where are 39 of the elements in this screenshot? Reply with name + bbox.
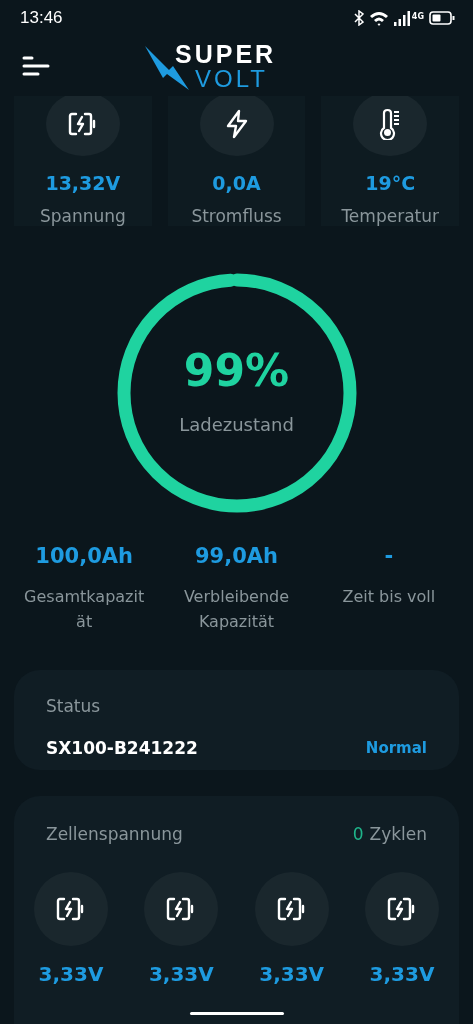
clock-time: 13:46: [20, 8, 63, 28]
battery-icon: [429, 11, 455, 25]
capacity-label: Zeit bis voll: [341, 586, 437, 608]
menu-button[interactable]: [22, 54, 50, 78]
capacity-label: Verbleibende Kapazität: [182, 586, 291, 633]
wifi-icon: [368, 10, 389, 26]
bluetooth-icon: [353, 10, 364, 26]
capacity-value: 100,0Ah: [35, 544, 133, 568]
device-id: SX100-B241222: [46, 738, 198, 758]
capacity-label: Gesamtkapazit ät: [23, 586, 146, 633]
cells-title: Zellenspannung: [46, 824, 183, 844]
metric-label: Stromfluss: [191, 206, 282, 226]
battery-bolt-icon: [56, 897, 86, 921]
capacity-value: -: [384, 544, 394, 568]
metric-label: Temperatur: [341, 206, 439, 226]
capacity-value: 99,0Ah: [195, 544, 278, 568]
metric-value: 19°C: [365, 172, 416, 194]
charge-percent: 99%: [183, 345, 290, 396]
charge-label: Ladezustand: [179, 414, 294, 435]
cycle-label: Zyklen: [369, 824, 427, 844]
menu-icon: [22, 54, 50, 78]
cell-voltage: 3,33V: [148, 962, 214, 986]
status-value: Normal: [365, 739, 427, 757]
metric-value: 13,32V: [45, 172, 121, 194]
logo-wordmark: SUPER: [175, 42, 277, 67]
metric-value: 0,0A: [212, 172, 261, 194]
network-label: 4G: [411, 12, 424, 21]
metric-label: Spannung: [39, 206, 126, 226]
battery-bolt-icon: [387, 897, 417, 921]
cell-voltage: 3,33V: [259, 962, 325, 986]
cell-voltage: 3,33V: [369, 962, 435, 986]
lightning-bolt-icon: [224, 109, 249, 139]
battery-bolt-icon: [276, 897, 307, 921]
signal-icon: [393, 10, 411, 26]
cell-voltage: 3,33V: [38, 962, 104, 986]
battery-bolt-icon: [67, 112, 98, 136]
logo-wordmark: VOLT: [195, 67, 269, 91]
status-title: Status: [46, 696, 102, 716]
cycle-count: 0: [352, 824, 364, 844]
